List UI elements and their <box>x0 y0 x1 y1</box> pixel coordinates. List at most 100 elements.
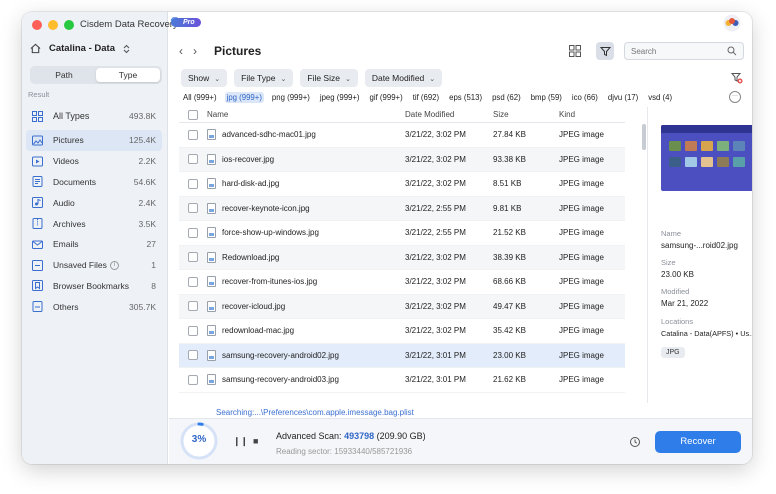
row-checkbox[interactable] <box>188 374 198 385</box>
table-row[interactable]: recover-icloud.jpg 3/21/22, 3:02 PM 49.47 … <box>179 294 625 319</box>
table-row[interactable]: redownload-mac.jpg 3/21/22, 3:02 PM 35.42 … <box>179 319 625 344</box>
row-checkbox[interactable] <box>188 178 198 189</box>
maximize-window-button[interactable] <box>64 20 74 30</box>
row-checkbox[interactable] <box>188 129 198 140</box>
sidebar-item-audio[interactable]: Audio 2.4K <box>26 192 162 213</box>
segment-path[interactable]: Path <box>32 68 96 82</box>
table-row[interactable]: ios-recover.jpg 3/21/22, 3:02 PM 93.38 KB J… <box>179 147 625 172</box>
more-types-icon[interactable]: ··· <box>729 91 741 103</box>
tab-psd[interactable]: psd (62) <box>490 92 523 103</box>
file-name: redownload-mac.jpg <box>222 326 295 336</box>
sidebar-item-count: 1 <box>151 260 156 271</box>
filter-file-size-dropdown[interactable]: File Size ⌄ <box>300 69 358 87</box>
filter-label: Date Modified <box>371 73 425 83</box>
scan-summary: Advanced Scan: 493798 (209.90 GB) <box>276 431 426 441</box>
file-name-cell: ios-recover.jpg <box>207 153 405 165</box>
recover-button[interactable]: Recover <box>655 431 741 453</box>
file-name-cell: samsung-recovery-android02.jpg <box>207 349 405 361</box>
tab-jpeg[interactable]: jpeg (999+) <box>318 92 362 103</box>
select-all-cell <box>179 109 207 120</box>
filter-label: Show <box>188 73 210 83</box>
filter-bar: Show ⌄ File Type ⌄ File Size ⌄ Date Modifie… <box>181 69 443 87</box>
sidebar-item-pictures[interactable]: Pictures 125.4K <box>26 130 162 151</box>
filter-show-dropdown[interactable]: Show ⌄ <box>181 69 228 87</box>
table-scrollbar[interactable] <box>642 124 646 150</box>
stop-button[interactable]: ■ <box>253 436 258 446</box>
drive-selector[interactable]: Catalina - Data <box>30 43 130 54</box>
sidebar-item-others[interactable]: Others 305.7K <box>26 296 162 317</box>
tab-bmp[interactable]: bmp (59) <box>529 92 564 103</box>
date-modified-cell: 3/21/22, 3:02 PM <box>405 130 466 140</box>
file-name: recover-keynote-icon.jpg <box>222 203 310 213</box>
image-file-icon <box>207 227 216 239</box>
column-header-kind[interactable]: Kind <box>559 110 619 119</box>
filter-file-type-dropdown[interactable]: File Type ⌄ <box>234 69 294 87</box>
row-checkbox[interactable] <box>188 227 198 238</box>
sidebar: Catalina - Data Path Type Result All Typ… <box>22 12 168 464</box>
sidebar-item-archives[interactable]: Archives 3.5K <box>26 213 162 234</box>
row-checkbox[interactable] <box>188 325 198 336</box>
forward-arrow-icon[interactable]: › <box>193 44 197 58</box>
tab-gif[interactable]: gif (999+) <box>368 92 405 103</box>
tab-tif[interactable]: tif (692) <box>411 92 441 103</box>
table-row[interactable]: recover-from-itunes-ios.jpg 3/21/22, 3:02… <box>179 270 625 295</box>
row-checkbox[interactable] <box>188 252 198 263</box>
table-row[interactable]: recover-keynote-icon.jpg 3/21/22, 2:55 PM… <box>179 196 625 221</box>
size-cell: 21.52 KB <box>493 228 526 238</box>
table-row[interactable]: force-show-up-windows.jpg 3/21/22, 2:55 P… <box>179 221 625 246</box>
file-name-cell: recover-keynote-icon.jpg <box>207 202 405 214</box>
sidebar-item-documents[interactable]: Documents 54.6K <box>26 172 162 193</box>
grid-view-icon[interactable] <box>569 45 581 57</box>
column-header-size[interactable]: Size <box>493 110 559 119</box>
row-checkbox[interactable] <box>188 276 198 287</box>
file-name: samsung-recovery-android02.jpg <box>222 350 339 360</box>
tab-djvu[interactable]: djvu (17) <box>606 92 640 103</box>
table-row[interactable]: Redownload.jpg 3/21/22, 3:02 PM 38.39 KB JP… <box>179 245 625 270</box>
history-icon[interactable] <box>629 436 641 448</box>
table-row[interactable]: advanced-sdhc-mac01.jpg 3/21/22, 3:02 PM 2… <box>179 123 625 148</box>
date-modified-cell: 3/21/22, 3:01 PM <box>405 375 466 385</box>
table-row[interactable]: samsung-recovery-android02.jpg 3/21/22, 3… <box>179 343 625 368</box>
minimize-window-button[interactable] <box>48 20 58 30</box>
kind-cell: JPEG image <box>559 130 604 140</box>
sidebar-item-all-types[interactable]: All Types 493.8K <box>26 104 162 128</box>
preview-modified-label: Modified <box>661 287 690 296</box>
clear-filter-icon[interactable] <box>731 72 743 84</box>
info-icon[interactable]: i <box>109 261 119 271</box>
sidebar-item-label: Unsaved Files i <box>53 260 151 271</box>
tab-all[interactable]: All (999+) <box>181 92 219 103</box>
segment-type[interactable]: Type <box>96 68 160 82</box>
pause-button[interactable]: ❙❙ <box>233 436 248 447</box>
table-row[interactable]: hard-disk-ad.jpg 3/21/22, 3:02 PM 8.51 KB J… <box>179 172 625 197</box>
tab-eps[interactable]: eps (513) <box>447 92 484 103</box>
tab-jpg[interactable]: jpg (999+) <box>224 92 264 103</box>
filter-toggle-button[interactable] <box>596 42 614 60</box>
search-input[interactable] <box>624 42 744 60</box>
column-header-date[interactable]: Date Modified <box>405 110 493 119</box>
row-check-cell <box>179 276 207 287</box>
filter-date-modified-dropdown[interactable]: Date Modified ⌄ <box>364 69 443 87</box>
row-checkbox[interactable] <box>188 350 198 361</box>
column-header-name[interactable]: Name <box>207 110 405 119</box>
close-window-button[interactable] <box>32 20 42 30</box>
sidebar-item-videos[interactable]: Videos 2.2K <box>26 151 162 172</box>
row-check-cell <box>179 203 207 214</box>
kind-cell: JPEG image <box>559 350 604 360</box>
table-row[interactable]: samsung-recovery-android03.jpg 3/21/22, 3… <box>179 368 625 393</box>
sidebar-item-emails[interactable]: Emails 27 <box>26 234 162 255</box>
tab-vsd[interactable]: vsd (4) <box>646 92 674 103</box>
select-all-checkbox[interactable] <box>188 109 198 120</box>
row-checkbox[interactable] <box>188 301 198 312</box>
tab-ico[interactable]: ico (66) <box>570 92 600 103</box>
image-file-icon <box>207 153 216 165</box>
row-checkbox[interactable] <box>188 154 198 165</box>
back-arrow-icon[interactable]: ‹ <box>179 44 183 58</box>
tab-png[interactable]: png (999+) <box>270 92 312 103</box>
date-modified-cell: 3/21/22, 2:55 PM <box>405 203 466 213</box>
kind-cell: JPEG image <box>559 301 604 311</box>
sidebar-item-unsaved-files[interactable]: Unsaved Files i 1 <box>26 255 162 276</box>
date-modified-cell: 3/21/22, 3:02 PM <box>405 326 466 336</box>
row-checkbox[interactable] <box>188 203 198 214</box>
date-modified-cell: 3/21/22, 2:55 PM <box>405 228 466 238</box>
sidebar-item-browser-bookmarks[interactable]: Browser Bookmarks 8 <box>26 276 162 297</box>
